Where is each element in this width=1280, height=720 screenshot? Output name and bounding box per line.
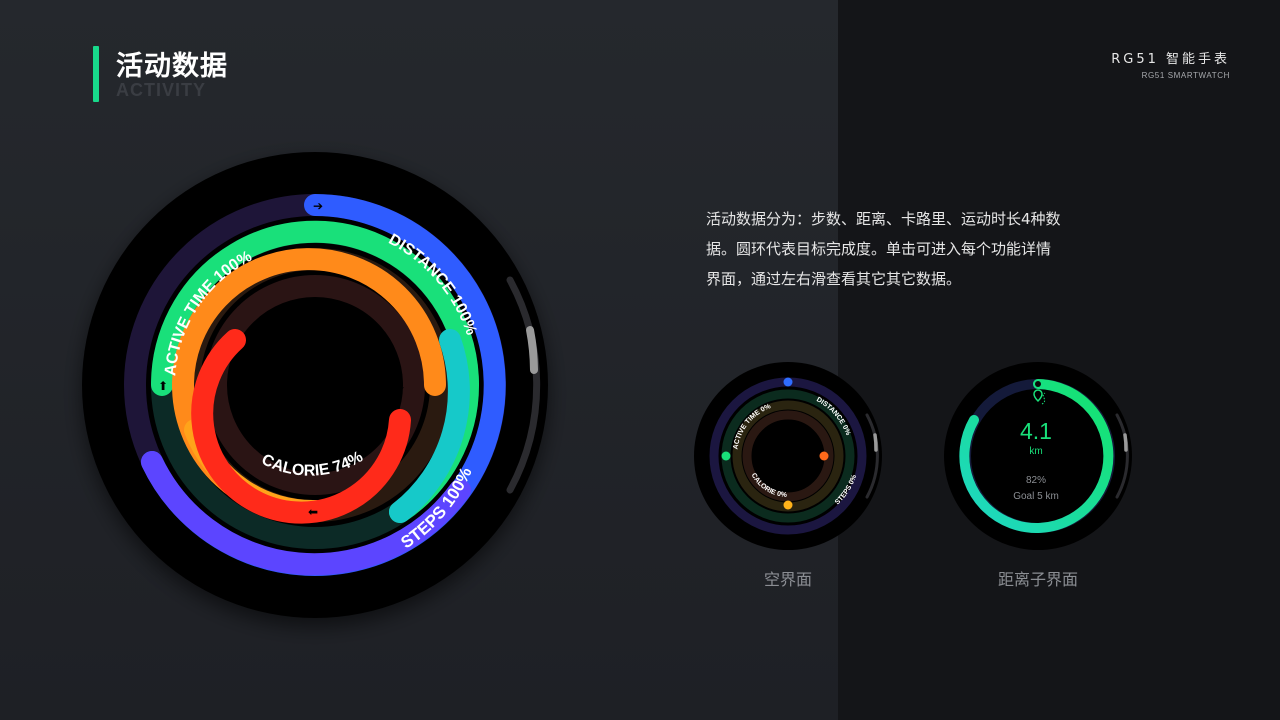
empty-watch-caption: 空界面 — [763, 570, 812, 589]
distance-goal: Goal 5 km — [1013, 491, 1059, 502]
brand-name: RG51 智能手表 — [1111, 52, 1230, 67]
title-accent-bar — [93, 46, 99, 102]
description-line: 据。圆环代表目标完成度。单击可进入每个功能详情 — [706, 240, 1052, 258]
distance-start-dot — [721, 451, 731, 461]
distance-arrow-icon: ⬆ — [158, 379, 168, 393]
steps-start-dot — [783, 377, 793, 387]
calorie-start-dot — [819, 451, 829, 461]
crown-indicator — [873, 433, 878, 452]
brand: RG51 智能手表 RG51 SMARTWATCH — [1111, 48, 1230, 80]
crown-indicator — [1123, 433, 1128, 452]
progress-start-dot — [1035, 381, 1041, 387]
empty-watch[interactable]: ACTIVE TIME 0% DISTANCE 0% CALORIE 0% ST… — [692, 360, 884, 552]
description-line: 活动数据分为：步数、距离、卡路里、运动时长4种数 — [706, 210, 1061, 228]
distance-watch[interactable]: 4.1 km 82% Goal 5 km — [942, 360, 1134, 552]
brand-name-en: RG51 SMARTWATCH — [1141, 71, 1230, 80]
page-title: 活动数据 — [116, 51, 228, 82]
main-watch[interactable]: ➔ ⬆ ⬅ ⬇ STEPS 100% DISTANCE 100% ACTIVE … — [60, 130, 570, 640]
description: 活动数据分为：步数、距离、卡路里、运动时长4种数 据。圆环代表目标完成度。单击可… — [706, 204, 1106, 294]
description-line: 界面，通过左右滑查看其它其它数据。 — [706, 270, 962, 288]
distance-unit: km — [1029, 446, 1042, 457]
steps-arrow-icon: ➔ — [313, 199, 323, 213]
page-subtitle: ACTIVITY — [116, 80, 207, 100]
active-start-dot — [783, 500, 793, 510]
crown-indicator — [526, 326, 538, 374]
active-arrow-icon: ⬅ — [308, 505, 318, 519]
calorie-arrow-icon: ⬇ — [396, 379, 406, 393]
distance-watch-caption: 距离子界面 — [997, 570, 1078, 589]
distance-value: 4.1 — [1020, 418, 1052, 444]
distance-percent: 82% — [1026, 475, 1046, 486]
